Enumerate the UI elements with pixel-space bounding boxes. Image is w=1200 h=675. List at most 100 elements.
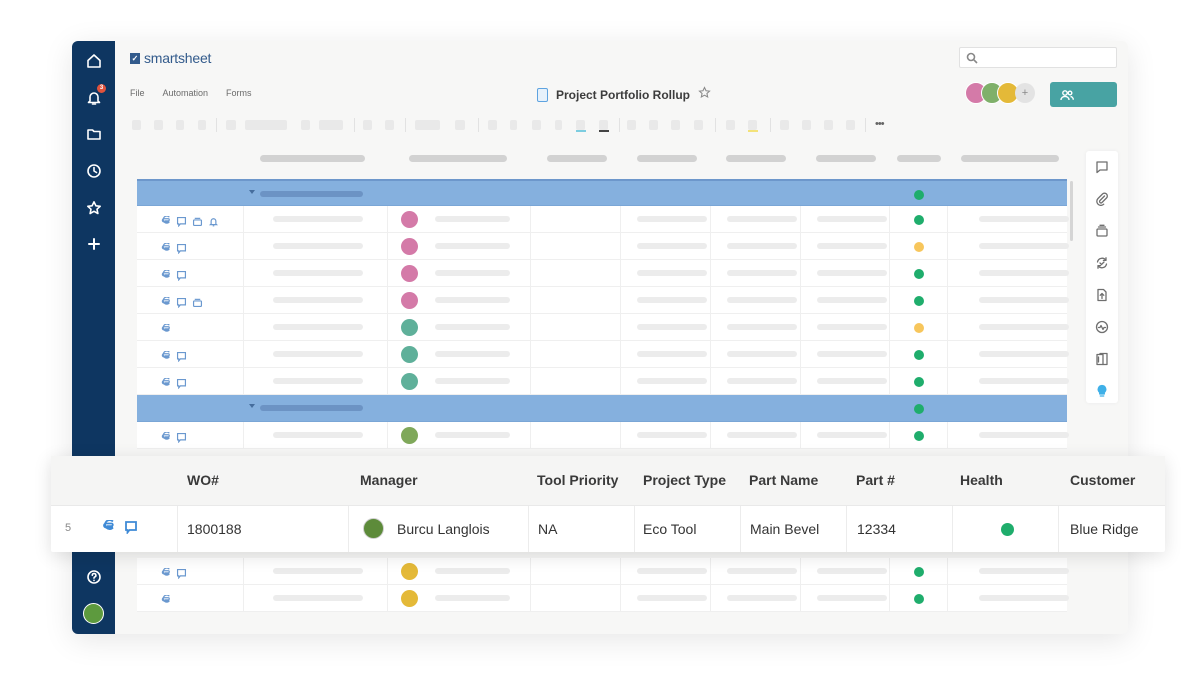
help-icon[interactable]: [83, 566, 104, 587]
attachment-icon[interactable]: [160, 268, 171, 286]
home-icon[interactable]: [83, 50, 104, 71]
cell-value[interactable]: [273, 595, 363, 601]
create-plus-icon[interactable]: [83, 233, 104, 254]
cell-value[interactable]: [979, 378, 1069, 384]
cell-value[interactable]: [727, 568, 797, 574]
cell-value[interactable]: [435, 595, 510, 601]
cell-value[interactable]: [637, 432, 707, 438]
toolbar-button[interactable]: [385, 120, 394, 130]
health-status-indicator[interactable]: [1001, 523, 1014, 536]
toolbar-button[interactable]: [226, 120, 236, 130]
cell-value[interactable]: [637, 324, 707, 330]
cell-value[interactable]: [817, 324, 887, 330]
toolbar-button[interactable]: [671, 120, 680, 130]
toolbar-button[interactable]: [301, 120, 310, 130]
cell-value[interactable]: [637, 297, 707, 303]
cell-value[interactable]: [435, 568, 510, 574]
table-row[interactable]: 5 1800188 Burcu Langlois NA Eco Tool Mai…: [51, 506, 1165, 552]
cell-value[interactable]: [817, 243, 887, 249]
column-header[interactable]: [726, 155, 786, 162]
more-options-button[interactable]: •••: [875, 118, 885, 130]
column-header[interactable]: [637, 155, 697, 162]
attachment-icon[interactable]: [160, 566, 171, 584]
comment-icon[interactable]: [176, 295, 187, 313]
browse-folder-icon[interactable]: [83, 123, 104, 144]
cell-value[interactable]: [435, 243, 510, 249]
toolbar-button[interactable]: [802, 120, 811, 130]
cell-value[interactable]: [637, 378, 707, 384]
cell-value[interactable]: [817, 595, 887, 601]
column-header-part-number[interactable]: Part #: [856, 472, 895, 488]
cell-value[interactable]: [727, 378, 797, 384]
health-status-indicator[interactable]: [914, 377, 924, 387]
toolbar-button[interactable]: [694, 120, 703, 130]
health-status-indicator[interactable]: [914, 215, 924, 225]
toolbar-button[interactable]: [846, 120, 855, 130]
forms-icon[interactable]: [1094, 351, 1110, 367]
cell-value[interactable]: [273, 432, 363, 438]
cell-value[interactable]: [817, 568, 887, 574]
attachment-icon[interactable]: [160, 430, 171, 448]
cell-value[interactable]: [979, 432, 1069, 438]
cell-value[interactable]: [637, 595, 707, 601]
cell-value[interactable]: [817, 432, 887, 438]
comment-icon[interactable]: [124, 520, 138, 539]
part-number-cell[interactable]: 12334: [857, 521, 896, 537]
toolbar-button[interactable]: [455, 120, 465, 130]
cell-value[interactable]: [637, 243, 707, 249]
cell-value[interactable]: [273, 216, 363, 222]
toolbar-dropdown[interactable]: [245, 120, 287, 130]
column-header[interactable]: [816, 155, 876, 162]
cell-value[interactable]: [637, 216, 707, 222]
comments-icon[interactable]: [1094, 159, 1110, 175]
comment-icon[interactable]: [176, 376, 187, 394]
cell-value[interactable]: [727, 216, 797, 222]
tool-priority-cell[interactable]: NA: [538, 521, 557, 537]
cell-value[interactable]: [273, 297, 363, 303]
proofs-icon[interactable]: [1094, 223, 1110, 239]
column-header-customer[interactable]: Customer: [1070, 472, 1135, 488]
toolbar-dropdown[interactable]: [319, 120, 343, 130]
table-row[interactable]: [137, 368, 1069, 395]
toolbar-button[interactable]: [154, 120, 163, 130]
activity-log-icon[interactable]: [1094, 255, 1110, 271]
menu-file[interactable]: File: [130, 88, 145, 98]
wo-number-cell[interactable]: 1800188: [187, 521, 242, 537]
health-status-indicator[interactable]: [914, 431, 924, 441]
favorite-star-icon[interactable]: [698, 86, 711, 104]
health-status-indicator[interactable]: [914, 269, 924, 279]
table-row[interactable]: [137, 233, 1069, 260]
toolbar-button[interactable]: [780, 120, 789, 130]
sheet-title[interactable]: Project Portfolio Rollup: [556, 88, 690, 102]
proof-icon[interactable]: [192, 295, 203, 313]
group-row[interactable]: [137, 395, 1067, 422]
cell-value[interactable]: [637, 568, 707, 574]
attachment-icon[interactable]: [160, 349, 171, 367]
recents-clock-icon[interactable]: [83, 160, 104, 181]
text-color-button[interactable]: [576, 120, 585, 130]
toolbar-button[interactable]: [824, 120, 833, 130]
health-status-indicator[interactable]: [914, 296, 924, 306]
attachment-icon[interactable]: [101, 519, 115, 539]
toolbar-button[interactable]: [510, 120, 517, 130]
cell-value[interactable]: [727, 351, 797, 357]
cell-value[interactable]: [435, 378, 510, 384]
cell-value[interactable]: [273, 568, 363, 574]
cell-value[interactable]: [273, 243, 363, 249]
attachment-icon[interactable]: [160, 376, 171, 394]
column-header-tool-priority[interactable]: Tool Priority: [537, 472, 618, 488]
column-header-part-name[interactable]: Part Name: [749, 472, 818, 488]
comment-icon[interactable]: [176, 268, 187, 286]
comment-icon[interactable]: [176, 430, 187, 448]
group-row[interactable]: [137, 179, 1067, 206]
customer-cell[interactable]: Blue Ridge: [1070, 521, 1139, 537]
column-header-manager[interactable]: Manager: [360, 472, 418, 488]
table-row[interactable]: [137, 341, 1069, 368]
cell-value[interactable]: [273, 351, 363, 357]
toolbar-button[interactable]: [132, 120, 141, 130]
proof-icon[interactable]: [192, 214, 203, 232]
comment-icon[interactable]: [176, 349, 187, 367]
cell-value[interactable]: [817, 351, 887, 357]
publish-icon[interactable]: [1094, 287, 1110, 303]
more-collaborators-button[interactable]: +: [1015, 83, 1035, 103]
